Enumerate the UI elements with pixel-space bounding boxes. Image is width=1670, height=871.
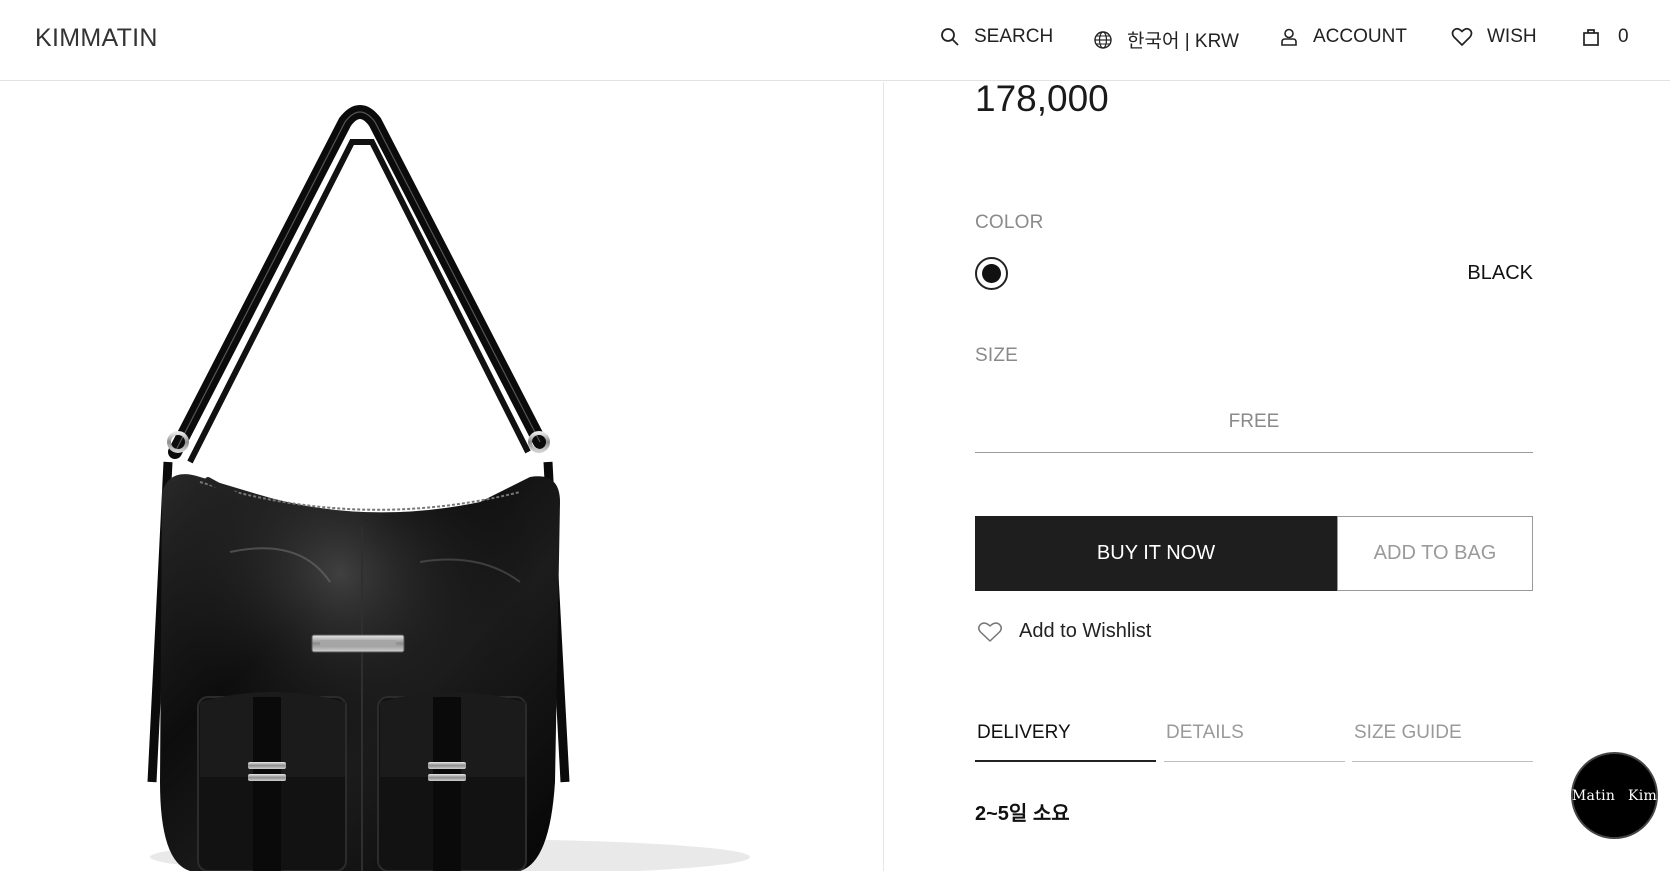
account-link[interactable]: ACCOUNT — [1279, 26, 1407, 48]
product-info-tabs: DELIVERY DETAILS SIZE GUIDE — [975, 722, 1533, 762]
site-header: KIMMATIN SEARCH 한국어 | KRW ACCOUNT WISH 0 — [0, 0, 1670, 81]
language-label: 한국어 | KRW — [1127, 31, 1239, 52]
cart-count: 0 — [1618, 26, 1629, 47]
color-label: COLOR — [975, 212, 1044, 233]
brand-logo[interactable]: KIMMATIN — [35, 24, 158, 53]
product-price: 178,000 — [975, 78, 1109, 119]
chat-widget-button[interactable]: Matin Kim — [1571, 752, 1658, 839]
delivery-info-text: 2~5일 소요 — [975, 803, 1070, 825]
tab-details[interactable]: DETAILS — [1164, 722, 1345, 762]
cart-link[interactable]: 0 — [1582, 26, 1629, 48]
buy-it-now-button[interactable]: BUY IT NOW — [975, 516, 1337, 591]
wish-label: WISH — [1487, 26, 1537, 47]
add-to-bag-button[interactable]: ADD TO BAG — [1337, 516, 1533, 591]
color-swatch-dot — [982, 264, 1001, 283]
chat-widget-label: Matin Kim — [1571, 787, 1658, 804]
product-image[interactable] — [0, 82, 884, 871]
color-swatch-black[interactable] — [975, 257, 1008, 290]
add-to-wishlist-link[interactable]: Add to Wishlist — [977, 620, 1151, 643]
search-icon — [940, 27, 960, 47]
heart-outline-icon — [977, 621, 1003, 643]
size-option-free[interactable]: FREE — [975, 393, 1533, 453]
tab-size-guide[interactable]: SIZE GUIDE — [1352, 722, 1533, 762]
search-label: SEARCH — [974, 26, 1054, 47]
language-currency-selector[interactable]: 한국어 | KRW — [1093, 26, 1239, 53]
add-to-wishlist-label: Add to Wishlist — [1019, 620, 1152, 642]
tab-delivery[interactable]: DELIVERY — [975, 722, 1156, 762]
heart-icon — [1451, 27, 1473, 47]
shopping-bag-icon — [1582, 27, 1600, 47]
account-label: ACCOUNT — [1313, 26, 1407, 47]
search-link[interactable]: SEARCH — [940, 26, 1053, 48]
wish-link[interactable]: WISH — [1451, 26, 1537, 48]
selected-color-name: BLACK — [1467, 262, 1533, 284]
user-icon — [1279, 27, 1299, 47]
size-label: SIZE — [975, 345, 1019, 366]
globe-icon — [1093, 30, 1113, 50]
